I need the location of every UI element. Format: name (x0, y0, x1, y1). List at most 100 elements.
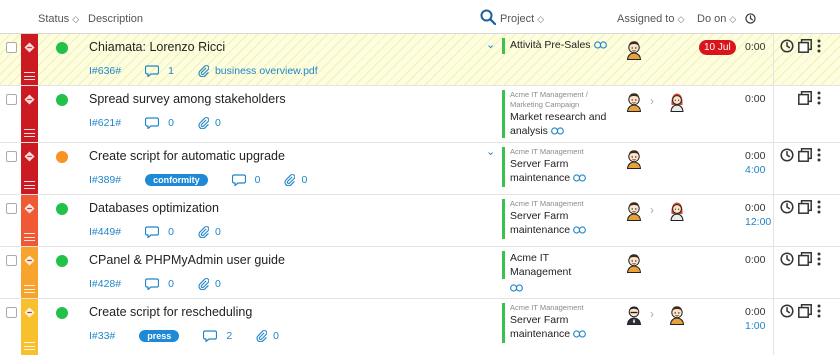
status-dot[interactable] (56, 307, 68, 319)
assignee-avatar-icon[interactable] (668, 92, 686, 112)
project-cell[interactable]: Acme IT Management (502, 251, 612, 279)
project-cell[interactable]: Acme IT Management Server Farm maintenan… (502, 147, 612, 187)
row-checkbox[interactable] (6, 307, 17, 318)
table-row[interactable]: Create script for rescheduling I#33# pre… (0, 299, 840, 355)
status-dot[interactable] (56, 203, 68, 215)
status-dot[interactable] (56, 255, 68, 267)
task-title[interactable]: Spread survey among stakeholders (89, 92, 286, 106)
assignee-avatar-icon[interactable] (625, 201, 643, 221)
assignee-avatar-icon[interactable] (625, 253, 643, 273)
more-options-icon[interactable] (817, 148, 821, 162)
assignee-avatar-icon[interactable] (668, 305, 686, 325)
priority-indicator[interactable] (21, 195, 38, 246)
copy-icon[interactable] (798, 91, 812, 105)
status-column-header[interactable]: Status ◇ (38, 13, 79, 25)
comment-count[interactable]: 0 (168, 278, 174, 290)
comment-icon[interactable] (145, 226, 159, 238)
priority-indicator[interactable] (21, 247, 38, 298)
clock-icon[interactable] (780, 252, 794, 266)
project-cell[interactable]: Acme IT Management Server Farm maintenan… (502, 303, 612, 343)
assignee-avatar-icon[interactable] (668, 201, 686, 221)
more-options-icon[interactable] (817, 252, 821, 266)
task-id-link[interactable]: I#428# (89, 278, 121, 290)
status-dot[interactable] (56, 42, 68, 54)
comment-icon[interactable] (203, 330, 217, 342)
comment-count[interactable]: 2 (226, 330, 232, 342)
attachment-count[interactable]: 0 (301, 174, 307, 186)
sort-icon[interactable]: ◇ (729, 14, 736, 24)
table-row[interactable]: Databases optimization I#449# 0 0 Acme I… (0, 195, 840, 247)
comment-count[interactable]: 1 (168, 65, 174, 77)
status-dot[interactable] (56, 151, 68, 163)
due-date-badge[interactable]: 10 Jul (699, 40, 736, 55)
task-id-link[interactable]: I#636# (89, 65, 121, 77)
more-options-icon[interactable] (817, 304, 821, 318)
paperclip-icon[interactable] (284, 173, 295, 186)
more-options-icon[interactable] (817, 91, 821, 105)
copy-icon[interactable] (798, 148, 812, 162)
chevron-down-icon[interactable]: ⌄ (486, 38, 495, 51)
task-title[interactable]: Create script for rescheduling (89, 305, 252, 319)
link-icon[interactable] (594, 41, 607, 49)
task-title[interactable]: Create script for automatic upgrade (89, 149, 285, 163)
more-options-icon[interactable] (817, 200, 821, 214)
project-name[interactable]: Attività Pre-Sales (510, 39, 591, 51)
table-row[interactable]: Create script for automatic upgrade I#38… (0, 143, 840, 195)
task-title[interactable]: Databases optimization (89, 201, 219, 215)
row-checkbox[interactable] (6, 42, 17, 53)
table-row[interactable]: Chiamata: Lorenzo Ricci I#636# 1 busines… (0, 34, 840, 86)
link-icon[interactable] (510, 284, 523, 292)
link-icon[interactable] (573, 226, 586, 234)
priority-indicator[interactable] (21, 143, 38, 194)
row-checkbox[interactable] (6, 203, 17, 214)
link-icon[interactable] (573, 174, 586, 182)
search-icon[interactable] (480, 9, 496, 25)
project-name[interactable]: Server Farm maintenance (510, 314, 570, 340)
paperclip-icon[interactable] (198, 64, 209, 77)
paperclip-icon[interactable] (256, 329, 267, 342)
comment-count[interactable]: 0 (168, 226, 174, 238)
comment-icon[interactable] (145, 117, 159, 129)
assignee-avatar-icon[interactable] (625, 92, 643, 112)
attachment-link[interactable]: business overview.pdf (215, 65, 318, 77)
description-column-header[interactable]: Description (88, 13, 143, 25)
attachment-count[interactable]: 0 (215, 278, 221, 290)
copy-icon[interactable] (798, 200, 812, 214)
row-checkbox[interactable] (6, 255, 17, 266)
clock-icon[interactable] (780, 148, 794, 162)
sort-icon[interactable]: ◇ (677, 14, 684, 24)
task-id-link[interactable]: I#449# (89, 226, 121, 238)
tag-badge[interactable]: press (139, 329, 180, 342)
attachment-count[interactable]: 0 (215, 226, 221, 238)
more-options-icon[interactable] (817, 39, 821, 53)
task-id-link[interactable]: I#33# (89, 330, 115, 342)
project-cell[interactable]: Acme IT Management Server Farm maintenan… (502, 199, 612, 239)
comment-count[interactable]: 0 (255, 174, 261, 186)
comment-count[interactable]: 0 (168, 117, 174, 129)
priority-indicator[interactable] (21, 299, 38, 355)
project-column-header[interactable]: Project ◇ (500, 13, 544, 25)
clock-icon[interactable] (780, 39, 794, 53)
row-checkbox[interactable] (6, 94, 17, 105)
paperclip-icon[interactable] (198, 277, 209, 290)
paperclip-icon[interactable] (198, 225, 209, 238)
comment-icon[interactable] (145, 278, 159, 290)
copy-icon[interactable] (798, 39, 812, 53)
sort-icon[interactable]: ◇ (537, 14, 544, 24)
task-title[interactable]: CPanel & PHPMyAdmin user guide (89, 253, 285, 267)
task-title[interactable]: Chiamata: Lorenzo Ricci (89, 40, 225, 54)
assignee-avatar-icon[interactable] (625, 149, 643, 169)
table-row[interactable]: CPanel & PHPMyAdmin user guide I#428# 0 … (0, 247, 840, 299)
comment-icon[interactable] (145, 65, 159, 77)
priority-indicator[interactable] (21, 34, 38, 85)
clock-icon[interactable] (780, 304, 794, 318)
task-id-link[interactable]: I#621# (89, 117, 121, 129)
attachment-count[interactable]: 0 (215, 117, 221, 129)
assignee-avatar-icon[interactable] (625, 305, 643, 325)
project-name[interactable]: Server Farm maintenance (510, 158, 570, 184)
project-name[interactable]: Acme IT Management (510, 251, 612, 279)
project-cell[interactable]: Attività Pre-Sales (502, 38, 612, 54)
project-cell[interactable]: Acme IT Management / Marketing Campaign … (502, 90, 612, 138)
link-icon[interactable] (551, 127, 564, 135)
copy-icon[interactable] (798, 252, 812, 266)
